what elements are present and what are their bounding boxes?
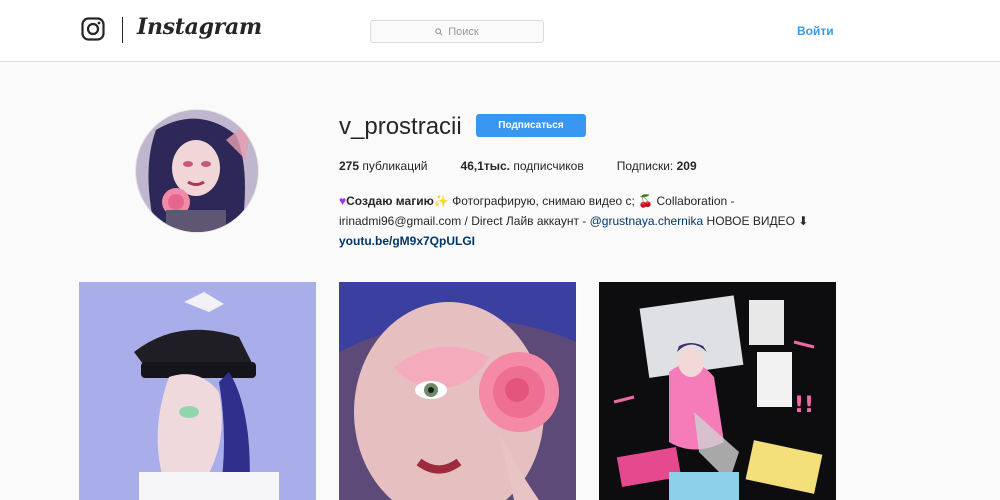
followers-count: 46,1тыс. — [460, 159, 511, 173]
camera-glyph-icon[interactable] — [81, 17, 105, 41]
following-stat[interactable]: Подписки: 209 — [617, 159, 697, 173]
bio-line-2-tail: НОВОЕ ВИДЕО ⬇ — [703, 214, 809, 228]
following-label: Подписки: — [616, 159, 674, 173]
posts-count: 275 — [339, 159, 360, 173]
following-count: 209 — [676, 159, 697, 173]
followers-stat[interactable]: 46,1тыс. подписчиков — [461, 159, 584, 173]
profile-stats: 275 публикаций 46,1тыс. подписчиков Подп… — [339, 159, 697, 173]
sparkles-icon: ✨ — [433, 194, 449, 208]
profile-bio: ♥Создаю магию✨ Фотографирую, снимаю виде… — [339, 191, 839, 251]
profile-avatar — [135, 109, 259, 233]
bio-line-2: irinadmi96@gmail.com / Direct Лайв аккау… — [339, 211, 839, 231]
search-input[interactable]: Поиск — [370, 20, 544, 43]
follow-button[interactable]: Подписаться — [476, 114, 586, 137]
post-thumbnail-2[interactable] — [339, 282, 576, 500]
search-placeholder: Поиск — [448, 25, 479, 38]
followers-label: подписчиков — [513, 159, 584, 173]
posts-label: публикаций — [362, 159, 428, 173]
bio-name: Создаю магию — [346, 194, 434, 208]
posts-stat[interactable]: 275 публикаций — [339, 159, 428, 173]
login-link[interactable]: Войти — [797, 24, 834, 38]
logo-divider — [122, 17, 123, 43]
post-thumbnail-3[interactable]: !! — [599, 282, 836, 500]
bio-email-text: irinadmi96@gmail.com / Direct Лайв аккау… — [339, 214, 590, 228]
bio-line-1-text: Фотографирую, снимаю видео с; 🍒 Collabor… — [448, 194, 735, 208]
svg-text:!!: !! — [794, 393, 814, 418]
profile-username: v_prostracii — [339, 113, 462, 140]
post-thumbnail-1[interactable] — [79, 282, 316, 500]
instagram-wordmark-logo[interactable]: Instagram — [137, 14, 262, 40]
top-navigation-bar: Instagram Поиск Войти — [0, 0, 1000, 62]
bio-website-link[interactable]: youtu.be/gM9x7QpULGI — [339, 231, 839, 251]
search-icon — [435, 27, 443, 36]
bio-line-1: ♥Создаю магию✨ Фотографирую, снимаю виде… — [339, 191, 839, 211]
bio-mention-link[interactable]: @grustnaya.chernika — [590, 214, 704, 228]
